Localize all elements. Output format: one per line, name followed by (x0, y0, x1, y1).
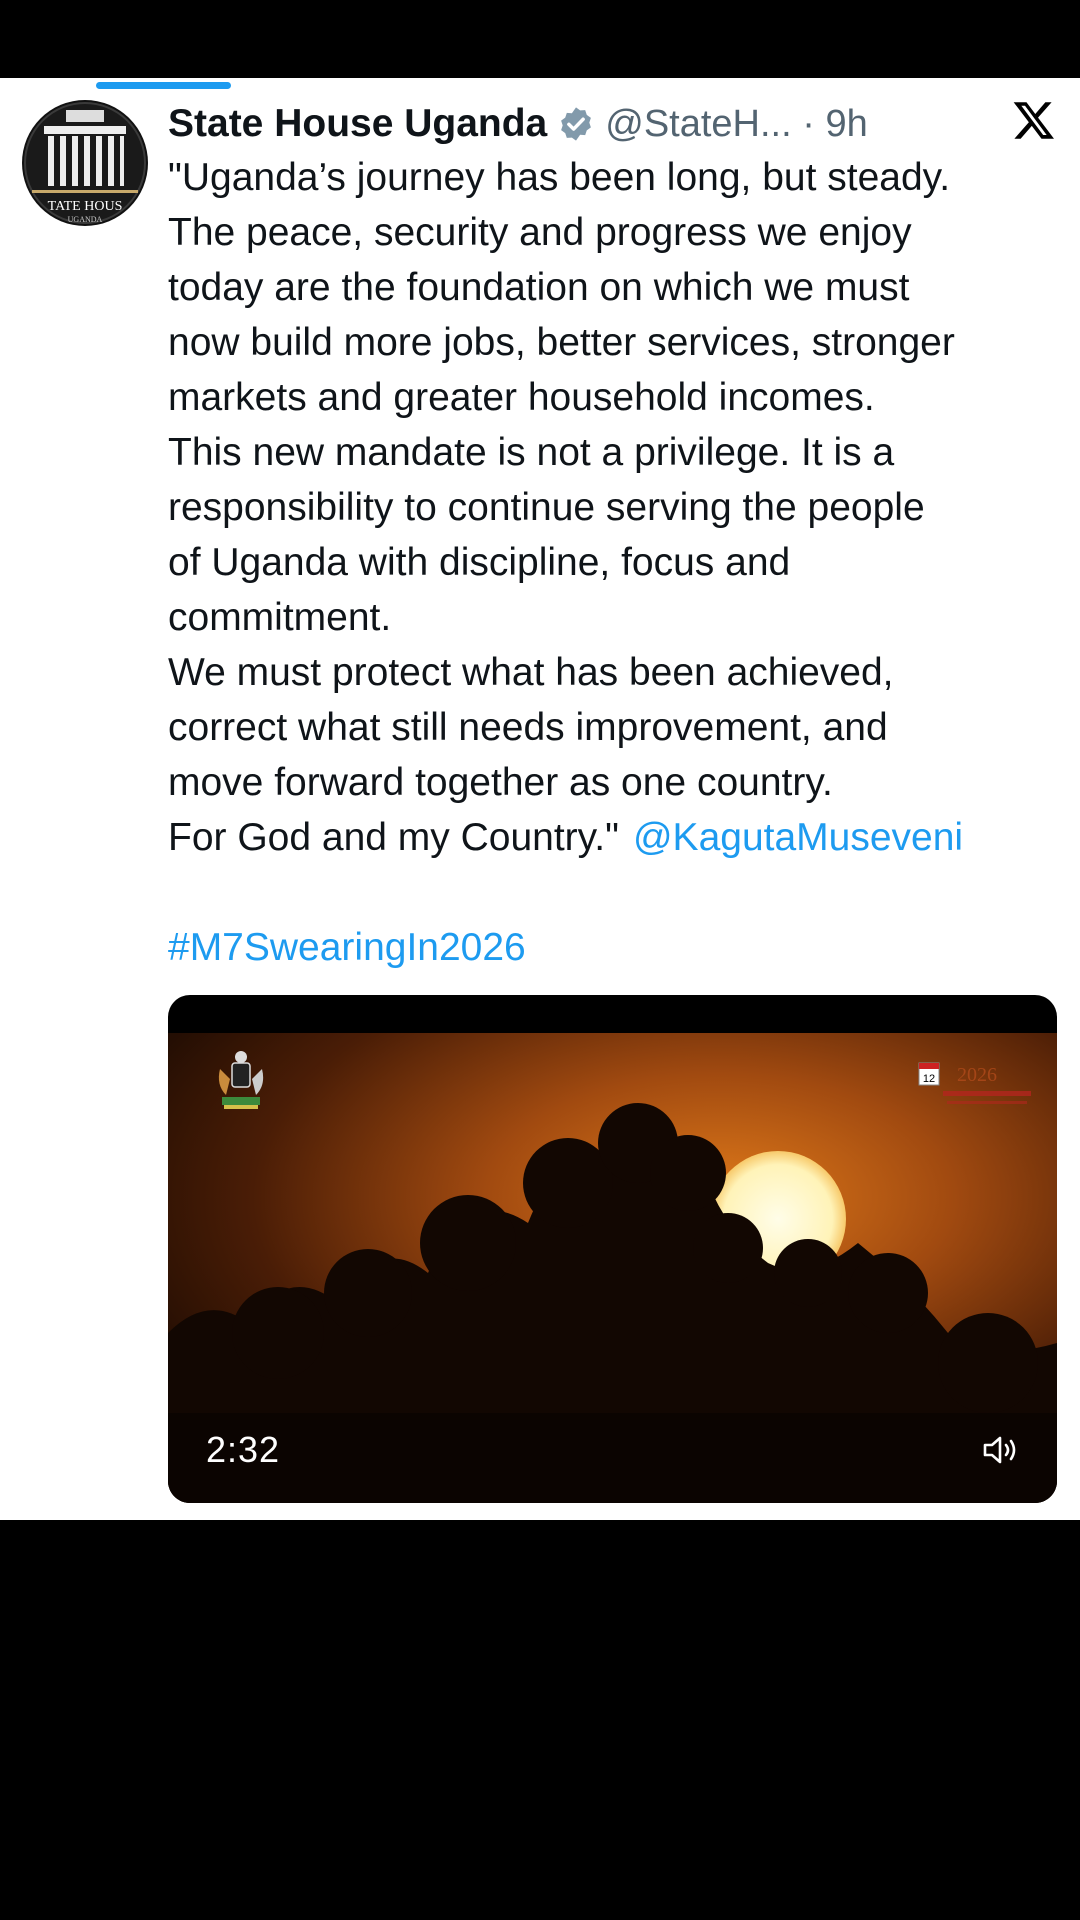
state-house-logo-icon: TATE HOUS UGANDA (24, 102, 146, 224)
hashtag-link[interactable]: #M7SwearingIn2026 (168, 920, 1068, 975)
tweet-line: move forward together as one country. (168, 761, 833, 804)
tweet-card[interactable]: TATE HOUS UGANDA State House Uganda @Sta… (0, 78, 1080, 1520)
tweet-line: of Uganda with discipline, focus and (168, 541, 791, 584)
tweet-line: markets and greater household incomes. (168, 376, 875, 419)
tweet-line: now build more jobs, better services, st… (168, 321, 955, 364)
video-progress-indicator (96, 82, 231, 89)
video-duration: 2:32 (206, 1429, 281, 1470)
handle-and-timestamp[interactable]: @StateH... · 9h (605, 103, 867, 146)
volume-icon[interactable] (981, 1433, 1021, 1467)
date-badge-icon: 12 2026 (918, 1062, 1031, 1104)
tweet-closing-text: For God and my Country." (168, 816, 619, 859)
x-logo-icon[interactable] (1012, 98, 1056, 142)
svg-text:UGANDA: UGANDA (68, 215, 103, 224)
verified-badge-icon (561, 107, 592, 141)
avatar[interactable]: TATE HOUS UGANDA (22, 100, 148, 226)
coat-of-arms-icon (218, 1051, 264, 1109)
svg-text:TATE HOUS: TATE HOUS (48, 199, 123, 214)
tweet-line: "Uganda’s journey has been long, but ste… (168, 156, 951, 199)
tweet-line: responsibility to continue serving the p… (168, 486, 925, 529)
svg-text:2026: 2026 (957, 1064, 997, 1086)
author-name[interactable]: State House Uganda (168, 102, 547, 146)
tweet-line: correct what still needs improvement, an… (168, 706, 888, 749)
tweet-line: commitment. (168, 596, 392, 639)
status-bar-area (0, 0, 1080, 78)
tweet-line: The peace, security and progress we enjo… (168, 211, 912, 254)
tweet-line: today are the foundation on which we mus… (168, 266, 910, 309)
tweet-line-last: For God and my Country." @KagutaMuseveni (168, 810, 1068, 865)
video-player[interactable]: 12 2026 2:32 (168, 995, 1057, 1503)
mention-link[interactable]: @KagutaMuseveni (633, 816, 963, 859)
tweet-header: State House Uganda @StateH... · 9h (168, 96, 1060, 152)
tweet-line: We must protect what has been achieved, (168, 651, 894, 694)
svg-text:12: 12 (923, 1073, 935, 1085)
tweet-body: "Uganda’s journey has been long, but ste… (168, 150, 1068, 975)
tweet-line: This new mandate is not a privilege. It … (168, 431, 895, 474)
